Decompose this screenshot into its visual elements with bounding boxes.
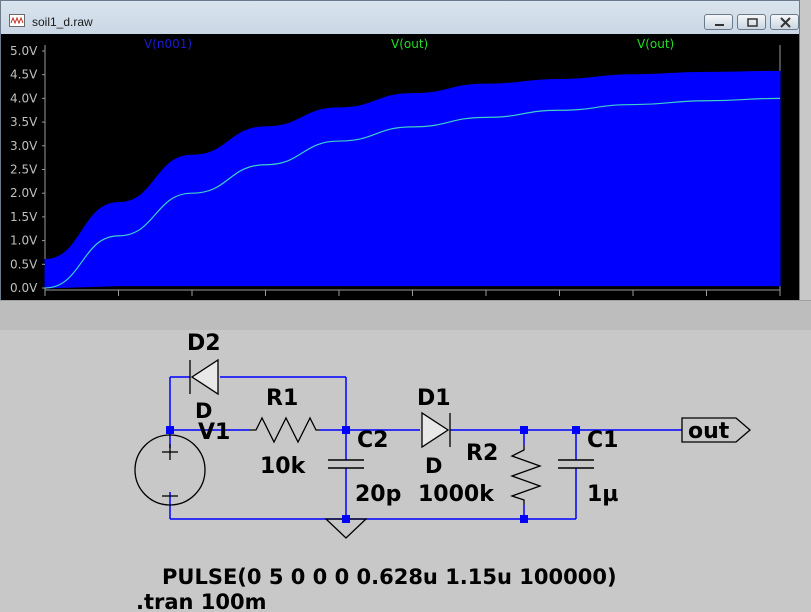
waveform-plot[interactable]: V(n001) V(out) V(out) 5.0V 4.5V 4.0V 3.5V 3.0V… — [1, 34, 799, 300]
minimize-icon — [715, 24, 724, 26]
y-tick-label: 1.5V — [10, 210, 38, 224]
y-tick-label: 4.0V — [10, 91, 38, 105]
minimize-button[interactable] — [704, 14, 733, 30]
plot-area[interactable]: V(n001) V(out) V(out) 5.0V 4.5V 4.0V 3.5V 3.0V… — [1, 34, 799, 300]
y-tick-label: 4.5V — [10, 68, 38, 82]
resistor-r1[interactable] — [250, 416, 320, 444]
d1-model-label: D — [425, 454, 443, 478]
diode-d2[interactable] — [189, 358, 219, 396]
c1-value-label: 1µ — [587, 482, 619, 507]
y-tick-label: 0.5V — [10, 257, 38, 271]
waveform-file-icon — [9, 14, 25, 27]
maximize-button[interactable] — [737, 14, 766, 30]
r1-name-label: R1 — [266, 386, 299, 411]
waveform-window: soil1_d.raw V(n001) V(out) V(out) 5.0V 4.5V… — [0, 0, 800, 300]
diode-d1[interactable] — [421, 411, 451, 449]
c2-name-label: C2 — [357, 428, 389, 453]
spice-directive-text[interactable]: .tran 100m — [136, 590, 267, 612]
resistor-r2[interactable] — [510, 445, 542, 505]
y-tick-label: 0.0V — [10, 281, 38, 295]
c2-value-label: 20p — [355, 482, 402, 507]
trace-label: V(n001) — [144, 37, 192, 51]
r2-value-label: 1000k — [418, 482, 494, 507]
y-tick-label: 3.5V — [10, 115, 38, 129]
y-tick-label: 3.0V — [10, 139, 38, 153]
close-icon — [780, 17, 791, 28]
y-tick-label: 5.0V — [10, 44, 38, 58]
y-axis-ticks: 5.0V 4.5V 4.0V 3.5V 3.0V 2.5V 2.0V 1.5V 1.0V 0.5V… — [10, 44, 45, 295]
schematic-editor[interactable]: D2 D V1 R1 10k C2 20p D1 D R2 1000k C1 1… — [0, 300, 811, 612]
trace-vn001-area — [44, 70, 781, 289]
trace-label: V(out) — [637, 37, 674, 51]
window-title: soil1_d.raw — [32, 15, 93, 29]
y-tick-label: 2.5V — [10, 163, 38, 177]
maximize-icon — [747, 18, 758, 27]
trace-labels: V(n001) V(out) V(out) — [144, 37, 674, 51]
d2-name-label: D2 — [187, 331, 221, 356]
capacitor-c2[interactable] — [328, 459, 364, 469]
net-label-out[interactable]: out — [688, 419, 729, 444]
v1-name-label: V1 — [198, 420, 231, 445]
plot-traces — [44, 70, 781, 289]
r1-value-label: 10k — [260, 454, 306, 479]
c1-name-label: C1 — [587, 428, 619, 453]
close-button[interactable] — [770, 14, 799, 30]
ltspice-app: soil1_d.raw V(n001) V(out) V(out) 5.0V 4.5V… — [0, 0, 811, 612]
d1-name-label: D1 — [417, 386, 451, 411]
source-spec-text[interactable]: PULSE(0 5 0 0 0 0.628u 1.15u 100000) — [162, 565, 617, 589]
trace-label: V(out) — [391, 37, 428, 51]
r2-name-label: R2 — [466, 441, 499, 466]
y-tick-label: 2.0V — [10, 186, 38, 200]
capacitor-c1[interactable] — [558, 459, 594, 469]
y-tick-label: 1.0V — [10, 234, 38, 248]
